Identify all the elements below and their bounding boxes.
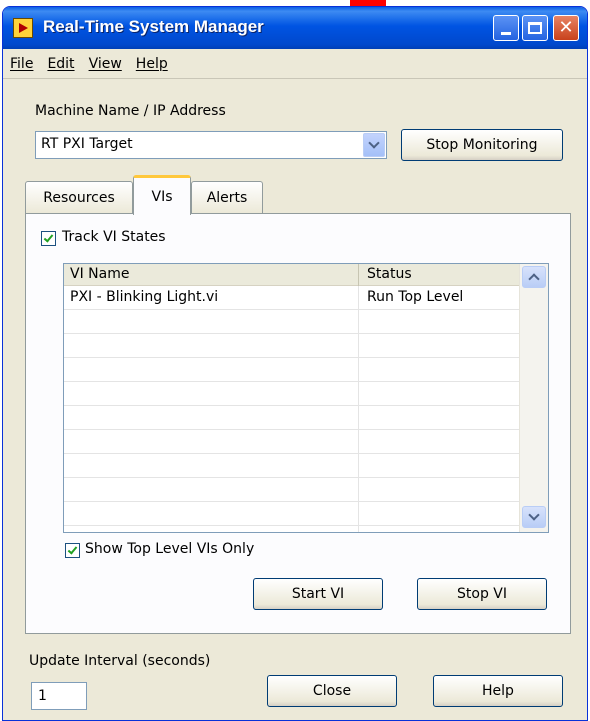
track-vi-states-label: Track VI States [62, 229, 166, 245]
menu-edit[interactable]: Edit [47, 56, 74, 72]
table-row[interactable]: PXI - Blinking Light.vi Run Top Level [64, 286, 520, 310]
window-title: Real-Time System Manager [43, 17, 264, 36]
machine-name-combo[interactable]: RT PXI Target [35, 131, 387, 159]
chevron-down-icon [528, 509, 540, 521]
list-header: VI Name Status [64, 264, 520, 286]
maximize-icon [528, 22, 542, 34]
empty-row [64, 406, 520, 430]
update-interval-label: Update Interval (seconds) [29, 653, 211, 669]
combo-dropdown-button[interactable] [363, 133, 385, 157]
minimize-icon [501, 31, 511, 35]
checkmark-icon [67, 544, 78, 555]
menu-file[interactable]: File [10, 56, 33, 72]
list-scrollbar[interactable] [519, 264, 548, 532]
chevron-down-icon [368, 137, 380, 149]
column-header-status[interactable]: Status [367, 266, 412, 282]
menu-view[interactable]: View [89, 56, 122, 72]
help-button[interactable]: Help [433, 675, 563, 707]
chevron-up-icon [528, 273, 540, 285]
scroll-up-button[interactable] [522, 266, 546, 288]
tab-alerts[interactable]: Alerts [191, 181, 263, 213]
title-bar[interactable]: Real-Time System Manager ✕ [3, 7, 587, 49]
scroll-down-button[interactable] [522, 506, 546, 528]
maximize-button[interactable] [522, 15, 548, 41]
column-separator[interactable] [358, 264, 359, 286]
update-interval-input[interactable]: 1 [31, 682, 87, 710]
machine-name-label: Machine Name / IP Address [35, 103, 226, 119]
app-icon [13, 18, 33, 38]
empty-row [64, 334, 520, 358]
vi-name-cell: PXI - Blinking Light.vi [70, 289, 219, 305]
start-vi-button[interactable]: Start VI [253, 578, 383, 610]
track-vi-states-checkbox[interactable] [41, 231, 56, 246]
show-top-level-checkbox[interactable] [65, 543, 80, 558]
stop-monitoring-button[interactable]: Stop Monitoring [401, 129, 563, 161]
show-top-level-label: Show Top Level VIs Only [85, 541, 255, 557]
empty-row [64, 502, 520, 526]
close-icon: ✕ [558, 17, 574, 38]
menu-bar: File Edit View Help [3, 49, 587, 79]
empty-row [64, 310, 520, 334]
tab-vis[interactable]: VIs [133, 175, 191, 215]
close-window-button[interactable]: ✕ [553, 15, 579, 41]
vi-status-cell: Run Top Level [367, 289, 464, 305]
empty-row [64, 454, 520, 478]
menu-help[interactable]: Help [136, 56, 168, 72]
checkmark-icon [43, 232, 54, 243]
vi-list-view[interactable]: VI Name Status PXI - Blinking Light.vi R… [63, 263, 549, 533]
stop-vi-button[interactable]: Stop VI [417, 578, 547, 610]
empty-row [64, 478, 520, 502]
tab-resources[interactable]: Resources [25, 181, 133, 213]
minimize-button[interactable] [493, 15, 519, 41]
close-button[interactable]: Close [267, 675, 397, 707]
empty-row [64, 430, 520, 454]
rt-system-manager-window: Real-Time System Manager ✕ File Edit Vie… [2, 6, 588, 721]
empty-row [64, 382, 520, 406]
column-header-vi-name[interactable]: VI Name [70, 266, 129, 282]
machine-name-value: RT PXI Target [41, 136, 133, 152]
empty-row [64, 358, 520, 382]
